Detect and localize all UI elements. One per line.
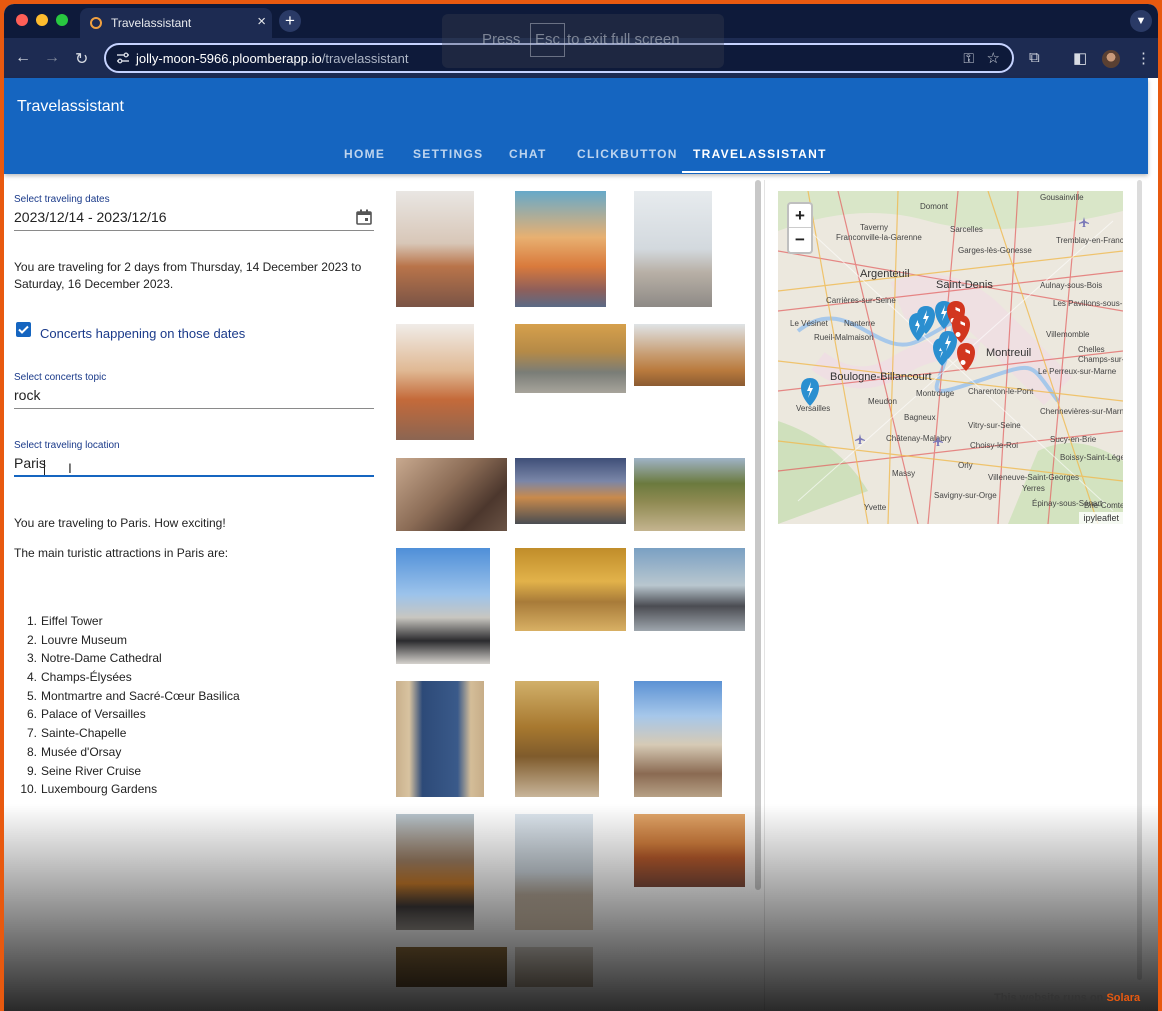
browser-window: Travelassistant × + ▼ ← → ↻ jolly-moon-5… [4, 4, 1158, 1011]
close-window-button[interactable] [16, 14, 28, 26]
list-item: 9. Seine River Cruise [26, 763, 142, 778]
airport-icon [933, 436, 943, 446]
location-underline [14, 475, 374, 477]
list-item: 6. Palace of Versailles [26, 707, 146, 722]
paris-photo[interactable] [515, 191, 606, 307]
concerts-checkbox[interactable] [16, 322, 31, 337]
map-markers [801, 217, 1089, 446]
list-item: 3. Notre-Dame Cathedral [26, 651, 162, 666]
list-item: 4. Champs-Élysées [26, 670, 132, 685]
airport-icon [1079, 217, 1089, 227]
exciting-text: You are traveling to Paris. How exciting… [14, 516, 226, 530]
close-tab-icon[interactable]: × [257, 13, 266, 30]
attractions-list: 1. Eiffel Tower 2. Louvre Museum 3. Notre-D… [18, 614, 240, 801]
more-menu-icon[interactable]: ⋮ [1136, 49, 1151, 67]
paris-photo[interactable] [634, 814, 745, 887]
footer-text: This website runs on Solara [994, 992, 1141, 1004]
app-bar: Travelassistant HOME SETTINGS CHAT CLICK… [4, 78, 1148, 174]
paris-photo[interactable] [515, 324, 626, 393]
tab-chat[interactable]: CHAT [509, 147, 547, 161]
url-text: jolly-moon-5966.ploomberapp.io/travelass… [136, 51, 409, 66]
reload-icon[interactable]: ↻ [75, 49, 88, 69]
topic-label: Select concerts topic [14, 372, 107, 383]
map-widget[interactable]: Gousainville Domont Taverny Franconville… [778, 191, 1123, 524]
side-panel-icon[interactable]: ◧ [1073, 49, 1087, 67]
tab-travelassistant[interactable]: TRAVELASSISTANT [693, 147, 827, 161]
list-item: 1. Eiffel Tower [26, 614, 103, 628]
paris-photo[interactable] [396, 947, 507, 987]
paris-photo[interactable] [515, 947, 593, 987]
tab-settings[interactable]: SETTINGS [413, 147, 483, 161]
location-label: Select traveling location [14, 440, 120, 451]
paris-photo[interactable] [515, 681, 599, 797]
back-arrow-icon[interactable]: ← [15, 49, 31, 67]
ibeam-cursor-icon: I [68, 460, 72, 476]
paris-photo[interactable] [634, 324, 745, 386]
paris-photo[interactable] [396, 458, 507, 531]
paris-photo[interactable] [396, 548, 490, 664]
list-item: 5. Montmartre and Sacré-Cœur Basilica [26, 688, 240, 703]
app-title: Travelassistant [17, 98, 124, 115]
paris-photo[interactable] [634, 458, 745, 531]
text-caret [44, 460, 45, 475]
list-item: 7. Sainte-Chapelle [26, 726, 127, 741]
map-attribution[interactable]: ipyleaflet [1079, 512, 1123, 524]
paris-photo[interactable] [515, 814, 593, 930]
check-icon [18, 325, 29, 334]
bookmark-star-icon[interactable]: ☆ [987, 49, 1000, 67]
paris-photo[interactable] [634, 681, 722, 797]
forward-arrow-icon[interactable]: → [44, 49, 60, 67]
gallery-scrollbar[interactable] [755, 180, 761, 890]
duration-text: You are traveling for 2 days from Thursd… [14, 260, 362, 291]
tab-clickbutton[interactable]: CLICKBUTTON [577, 147, 678, 161]
browser-tab[interactable]: Travelassistant × [80, 8, 272, 38]
calendar-icon[interactable] [356, 209, 372, 225]
attractions-intro: The main turistic attractions in Paris a… [14, 546, 229, 560]
map-zoom-control: + − [787, 202, 813, 254]
topic-input[interactable]: rock [14, 387, 40, 403]
zoom-out-button[interactable]: − [789, 228, 811, 252]
solara-link[interactable]: Solara [1106, 992, 1140, 1004]
dates-underline [14, 230, 374, 231]
active-tab-indicator [682, 171, 830, 173]
music-marker-icon [957, 343, 975, 371]
zoom-in-button[interactable]: + [789, 204, 811, 228]
paris-photo[interactable] [396, 814, 474, 930]
dates-input[interactable]: 2023/12/14 - 2023/12/16 [14, 209, 167, 225]
concerts-checkbox-label[interactable]: Concerts happening on those dates [40, 326, 245, 341]
profile-avatar[interactable] [1102, 50, 1120, 68]
paris-photo[interactable] [634, 548, 745, 631]
extensions-puzzle-icon[interactable]: ⧉ [1029, 49, 1040, 66]
airport-icon [855, 434, 865, 444]
paris-photo[interactable] [396, 191, 474, 307]
paris-photo[interactable] [515, 458, 626, 524]
list-item: 10. Luxembourg Gardens [20, 782, 158, 797]
paris-photo[interactable] [515, 548, 626, 631]
favicon-icon [90, 17, 102, 29]
paris-photo[interactable] [396, 681, 484, 797]
topic-underline [14, 408, 374, 409]
column-divider [764, 180, 765, 1010]
tab-search-chevron-icon[interactable]: ▼ [1130, 10, 1152, 32]
list-item: 2. Louvre Museum [26, 632, 128, 647]
minimize-window-button[interactable] [36, 14, 48, 26]
concert-marker-icon [801, 378, 819, 406]
new-tab-button[interactable]: + [279, 10, 301, 32]
site-settings-icon[interactable] [116, 51, 130, 65]
password-key-icon[interactable]: ⚿ [963, 50, 974, 67]
browser-tab-title: Travelassistant [111, 16, 192, 30]
location-input[interactable]: Paris [14, 455, 46, 471]
list-item: 8. Musée d'Orsay [26, 744, 122, 759]
paris-photo[interactable] [396, 324, 474, 440]
fullscreen-hint: Press Esc to exit full screen [442, 14, 724, 68]
maximize-window-button[interactable] [56, 14, 68, 26]
page-scrollbar[interactable] [1137, 180, 1142, 980]
paris-photo[interactable] [634, 191, 712, 307]
dates-label: Select traveling dates [14, 194, 110, 205]
tab-home[interactable]: HOME [344, 147, 385, 161]
